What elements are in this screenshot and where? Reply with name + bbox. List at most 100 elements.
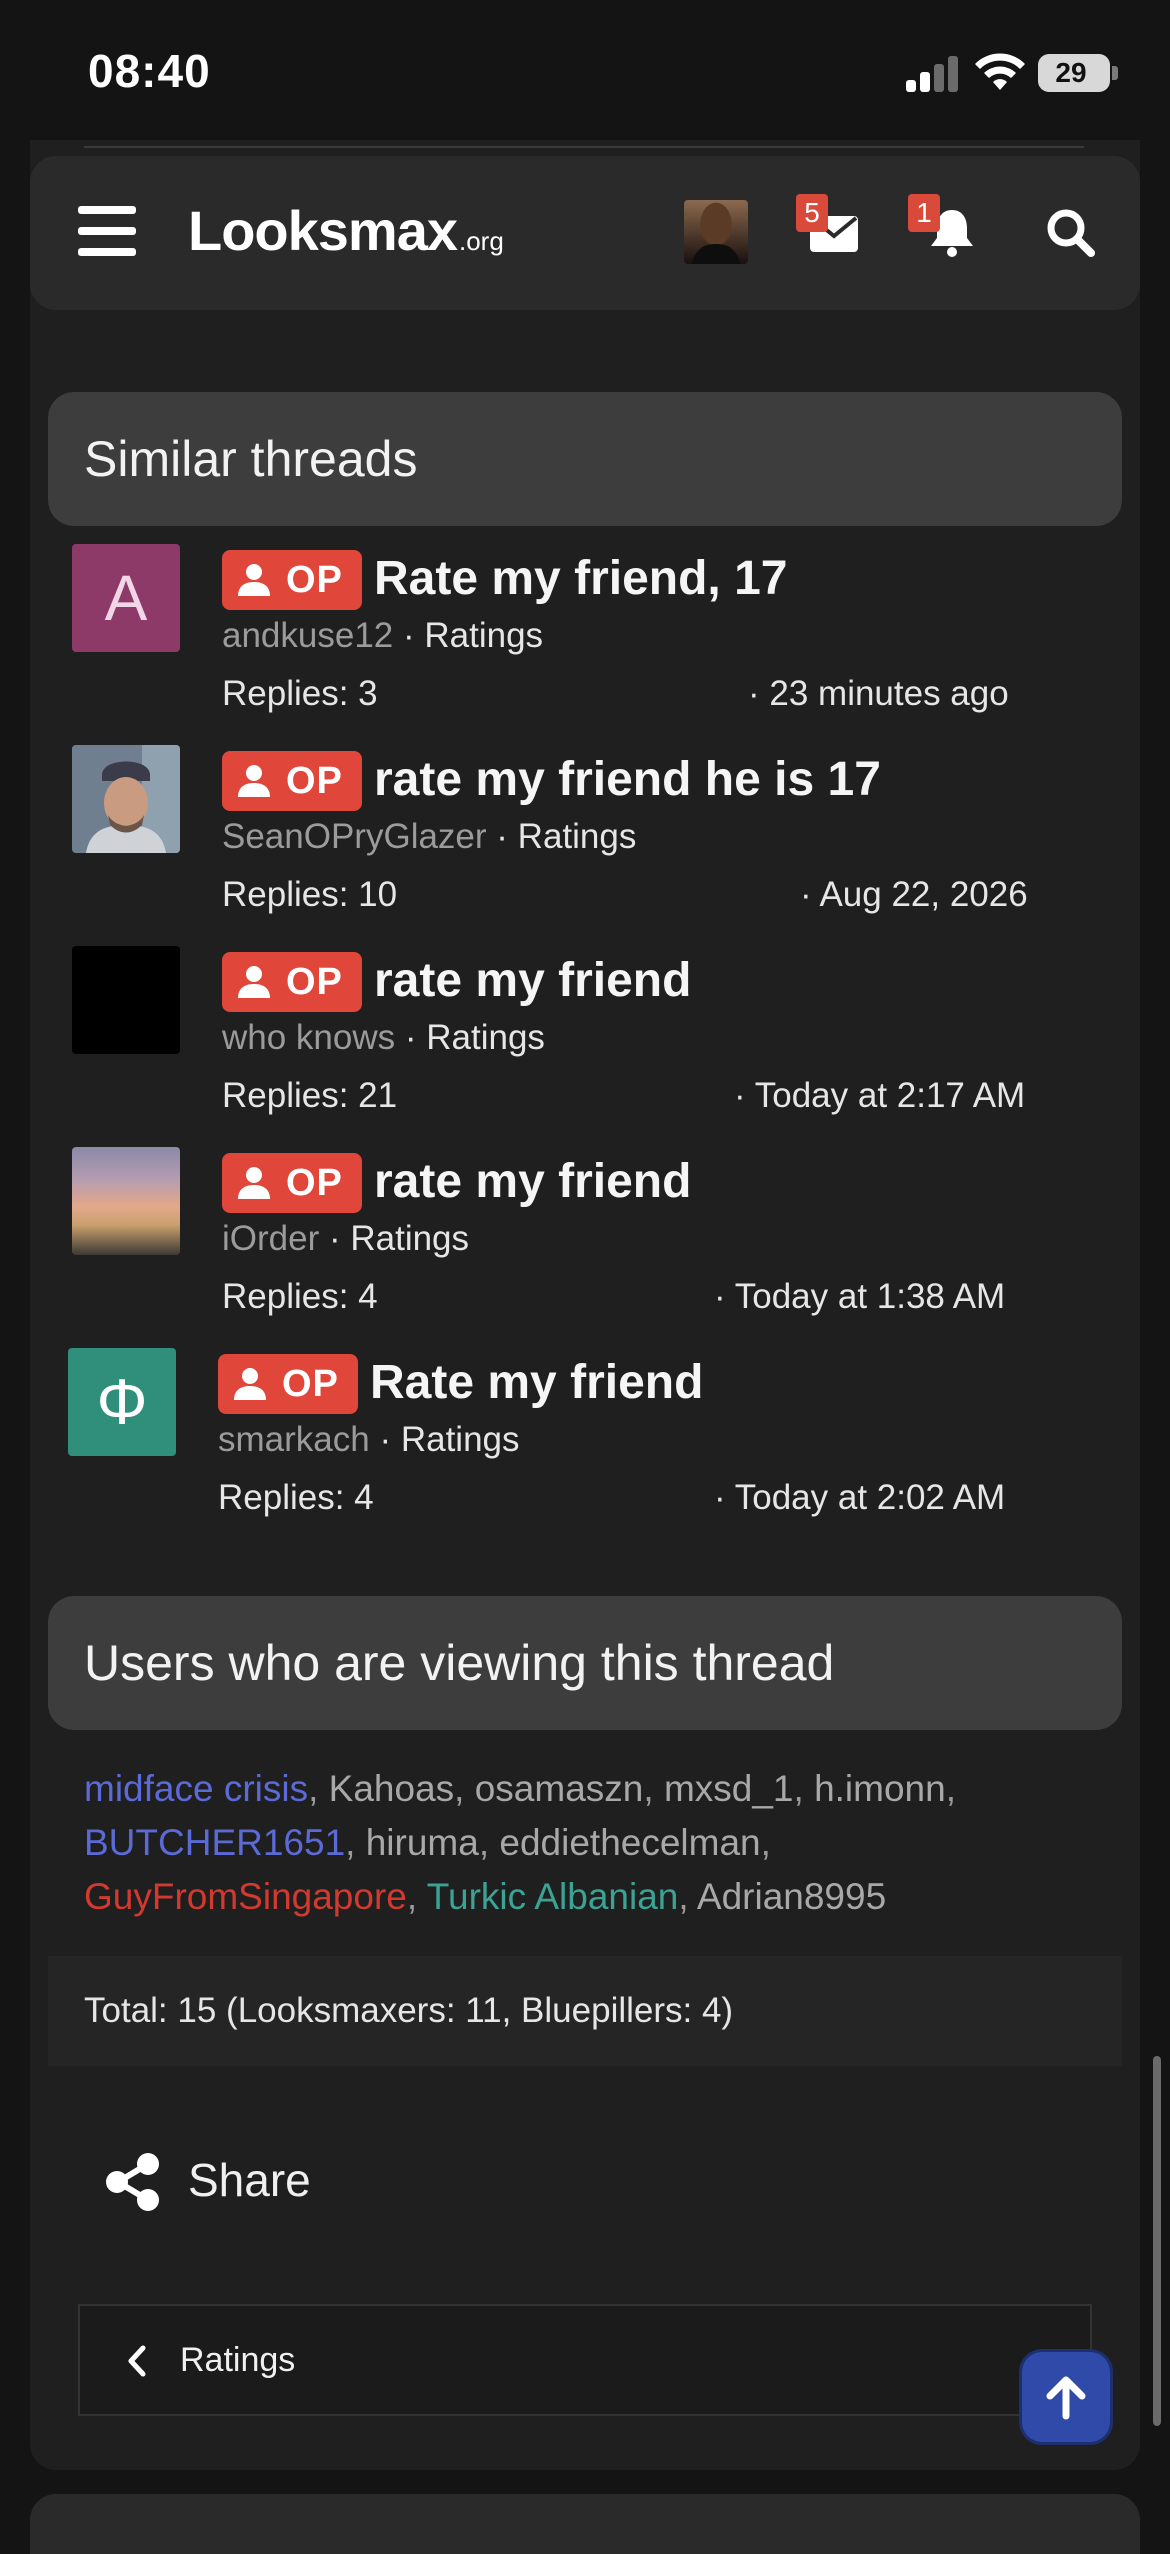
viewer-link[interactable]: GuyFromSingapore xyxy=(84,1876,407,1917)
thread-author[interactable]: iOrder xyxy=(222,1219,319,1258)
thread-replies: Replies: 21 xyxy=(222,1076,398,1115)
viewer-link[interactable]: Adrian8995 xyxy=(697,1876,886,1917)
share-icon xyxy=(106,2153,159,2211)
thread-item[interactable]: OP rate my friend he is 17 SeanOPryGlaze… xyxy=(66,745,1066,935)
thread-avatar[interactable] xyxy=(72,1147,180,1255)
user-icon xyxy=(234,1368,266,1400)
thread-date: · Aug 22, 2026 xyxy=(800,875,1028,914)
op-label: OP xyxy=(286,760,343,802)
user-icon xyxy=(238,564,270,596)
thread-date: · Today at 1:38 AM xyxy=(714,1277,1006,1316)
viewer-link[interactable]: midface crisis xyxy=(84,1768,308,1809)
viewer-link[interactable]: hiruma xyxy=(366,1822,479,1863)
wifi-icon xyxy=(975,53,1025,90)
logo-main: Looksmax xyxy=(188,199,458,262)
thread-title[interactable]: Rate my friend xyxy=(370,1348,703,1418)
thread-author[interactable]: who knows xyxy=(222,1018,395,1057)
viewer-link[interactable]: mxsd_1 xyxy=(664,1768,794,1809)
separator: , xyxy=(678,1876,697,1917)
thread-forum[interactable]: · Ratings xyxy=(395,1018,545,1057)
viewers-total-box: Total: 15 (Looksmaxers: 11, Bluepillers:… xyxy=(48,1956,1122,2066)
thread-avatar[interactable] xyxy=(72,946,180,1054)
top-divider xyxy=(84,140,1084,148)
site-logo[interactable]: Looksmax.org xyxy=(188,198,504,262)
viewer-link[interactable]: Kahoas xyxy=(329,1768,455,1809)
battery-nub xyxy=(1112,66,1118,80)
cellular-signal-icon xyxy=(906,56,960,92)
thread-meta: iOrder · Ratings xyxy=(222,1219,469,1259)
chevron-left-icon xyxy=(128,2345,146,2377)
thread-forum[interactable]: · Ratings xyxy=(487,817,636,856)
separator: , xyxy=(945,1768,956,1809)
separator: , xyxy=(406,1876,427,1917)
thread-meta: SeanOPryGlazer · Ratings xyxy=(222,817,636,857)
menu-icon[interactable] xyxy=(78,206,136,256)
op-label: OP xyxy=(286,961,343,1003)
messages-badge: 5 xyxy=(796,194,828,232)
thread-title[interactable]: rate my friend xyxy=(374,1147,691,1217)
separator: , xyxy=(454,1768,475,1809)
user-icon xyxy=(238,765,270,797)
scrollbar[interactable] xyxy=(1153,2056,1161,2426)
thread-avatar[interactable]: A xyxy=(72,544,180,652)
thread-title[interactable]: rate my friend xyxy=(374,946,691,1016)
viewers-header: Users who are viewing this thread xyxy=(48,1596,1122,1730)
thread-item[interactable]: OP rate my friend iOrder · Ratings Repli… xyxy=(66,1147,1066,1337)
thread-title[interactable]: rate my friend he is 17 xyxy=(374,745,881,815)
thread-forum[interactable]: · Ratings xyxy=(393,616,543,655)
thread-replies: Replies: 4 xyxy=(222,1277,378,1316)
thread-author[interactable]: smarkach xyxy=(218,1420,370,1459)
thread-title[interactable]: Rate my friend, 17 xyxy=(374,544,787,614)
thread-avatar[interactable]: Φ xyxy=(68,1348,176,1456)
viewer-link[interactable]: BUTCHER1651 xyxy=(84,1822,345,1863)
thread-meta: smarkach · Ratings xyxy=(218,1420,520,1460)
account-avatar[interactable] xyxy=(684,200,748,264)
viewer-link[interactable]: eddiethecelman xyxy=(499,1822,760,1863)
avatar-letter: Φ xyxy=(96,1366,148,1438)
thread-date: · 23 minutes ago xyxy=(748,674,1009,713)
op-label: OP xyxy=(286,559,343,601)
viewers-title: Users who are viewing this thread xyxy=(84,1635,835,1691)
op-label: OP xyxy=(286,1162,343,1204)
thread-author[interactable]: SeanOPryGlazer xyxy=(222,817,487,856)
thread-author[interactable]: andkuse12 xyxy=(222,616,393,655)
thread-replies: Replies: 3 xyxy=(222,674,378,713)
viewer-link[interactable]: Turkic Albanian xyxy=(427,1876,679,1917)
logo-sub: .org xyxy=(459,226,504,256)
avatar-photo xyxy=(72,745,180,853)
separator: , xyxy=(308,1768,329,1809)
op-badge: OP xyxy=(222,751,362,811)
separator: , xyxy=(345,1822,366,1863)
thread-item[interactable]: Φ OP Rate my friend smarkach · Ratings R… xyxy=(62,1348,1062,1538)
thread-item[interactable]: OP rate my friend who knows · Ratings Re… xyxy=(66,946,1066,1136)
status-bar: 08:40 29 xyxy=(0,0,1170,140)
viewer-link[interactable]: osamaszn xyxy=(475,1768,644,1809)
thread-replies: Replies: 4 xyxy=(218,1478,374,1517)
separator: , xyxy=(760,1822,771,1863)
thread-meta: who knows · Ratings xyxy=(222,1018,545,1058)
op-badge: OP xyxy=(222,1153,362,1213)
user-icon xyxy=(238,1167,270,1199)
battery-level: 29 xyxy=(1055,57,1087,88)
op-badge: OP xyxy=(222,550,362,610)
share-label: Share xyxy=(188,2154,311,2206)
op-badge: OP xyxy=(222,952,362,1012)
arrow-up-icon xyxy=(1046,2376,1086,2420)
search-icon[interactable] xyxy=(1042,204,1098,260)
similar-threads-title: Similar threads xyxy=(84,431,418,487)
thread-date: · Today at 2:17 AM xyxy=(734,1076,1026,1115)
breadcrumb[interactable]: Ratings xyxy=(78,2304,1092,2416)
avatar-letter: A xyxy=(104,562,148,634)
thread-forum[interactable]: · Ratings xyxy=(370,1420,519,1459)
separator: , xyxy=(793,1768,815,1809)
thread-forum[interactable]: · Ratings xyxy=(319,1219,469,1258)
scroll-to-top-button[interactable] xyxy=(1022,2352,1110,2442)
alerts-badge: 1 xyxy=(908,194,940,232)
viewer-link[interactable]: h.imonn xyxy=(814,1768,946,1809)
thread-item[interactable]: A OP Rate my friend, 17 andkuse12 · Rati… xyxy=(66,544,1066,734)
viewers-list: midface crisis, Kahoas, osamaszn, mxsd_1… xyxy=(84,1762,1084,1924)
thread-meta: andkuse12 · Ratings xyxy=(222,616,543,656)
battery-icon: 29 xyxy=(1038,54,1110,92)
thread-avatar[interactable] xyxy=(72,745,180,853)
separator: , xyxy=(478,1822,500,1863)
